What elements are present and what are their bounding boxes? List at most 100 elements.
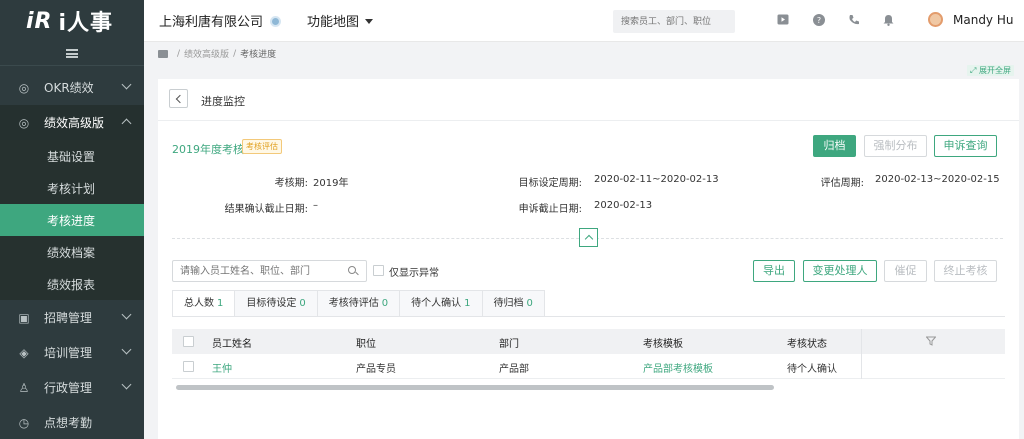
period-value: 2019年 bbox=[313, 178, 349, 189]
sidebar-item-label: OKR绩效 bbox=[44, 81, 94, 95]
export-button[interactable]: 导出 bbox=[753, 260, 795, 282]
archive-button[interactable]: 归档 bbox=[813, 135, 856, 157]
progress-panel: 进度监控 2019年度考核 考核评估 归档 强制分布 申诉查询 考核期: 201… bbox=[158, 79, 1019, 439]
select-all-checkbox[interactable] bbox=[183, 336, 194, 347]
table-row[interactable]: 王仲 产品专员 产品部 产品部考核模板 待个人确认 bbox=[172, 354, 1005, 379]
global-search-input[interactable] bbox=[613, 10, 735, 33]
terminate-review-button[interactable]: 终止考核 bbox=[934, 260, 997, 282]
column-header-name[interactable]: 员工姓名 bbox=[212, 335, 252, 350]
column-filter-icon[interactable] bbox=[926, 336, 936, 346]
collapse-info-button[interactable] bbox=[579, 228, 598, 247]
svg-text:?: ? bbox=[816, 16, 820, 25]
page-title: 进度监控 bbox=[201, 95, 245, 108]
sidebar-item-label: 绩效高级版 bbox=[44, 116, 105, 130]
sidebar-item-label: 培训管理 bbox=[44, 346, 93, 360]
goal-period-label: 目标设定周期: bbox=[518, 178, 582, 189]
only-abnormal-label[interactable]: 仅显示异常 bbox=[389, 264, 439, 279]
logo-prefix: iR bbox=[26, 8, 53, 34]
tab-confirm-pending[interactable]: 待个人确认 1 bbox=[399, 290, 483, 317]
sidebar-item-attendance[interactable]: ◷ 点想考勤 bbox=[0, 405, 144, 439]
sidebar-item-performance-advanced[interactable]: ◎ 绩效高级版 bbox=[0, 105, 144, 140]
sidebar-subitem-review-plan[interactable]: 考核计划 bbox=[0, 172, 144, 204]
column-header-status[interactable]: 考核状态 bbox=[787, 335, 827, 350]
back-button[interactable] bbox=[169, 89, 188, 108]
horizontal-scrollbar[interactable] bbox=[176, 385, 774, 390]
chevron-down-icon bbox=[121, 344, 132, 355]
search-icon[interactable] bbox=[348, 266, 356, 274]
recruit-icon: ▣ bbox=[18, 310, 30, 325]
review-status: 待个人确认 bbox=[787, 364, 837, 375]
fullscreen-button[interactable]: ⤢ 展开全屏 bbox=[967, 65, 1014, 76]
user-name[interactable]: Mandy Hu bbox=[953, 13, 1013, 27]
sidebar-item-okr[interactable]: ◎ OKR绩效 bbox=[0, 70, 144, 105]
force-distribute-button[interactable]: 强制分布 bbox=[864, 135, 927, 157]
function-map-label: 功能地图 bbox=[307, 15, 360, 30]
breadcrumb-current: 考核进度 bbox=[240, 50, 277, 60]
confirm-deadline-label: 结果确认截止日期: bbox=[224, 204, 308, 215]
sidebar-subitem-basic-settings[interactable]: 基础设置 bbox=[0, 140, 144, 172]
sidebar-item-label: 点想考勤 bbox=[44, 416, 93, 430]
divider bbox=[172, 316, 1005, 317]
bell-icon[interactable] bbox=[882, 13, 895, 26]
sidebar-item-recruit[interactable]: ▣ 招聘管理 bbox=[0, 300, 144, 335]
training-icon: ◈ bbox=[19, 345, 29, 360]
logo-text: i人事 bbox=[58, 11, 114, 36]
phone-icon[interactable] bbox=[847, 13, 860, 26]
employee-name[interactable]: 王仲 bbox=[212, 360, 232, 375]
company-switcher[interactable]: 上海利唐有限公司 bbox=[159, 11, 282, 30]
hamburger-icon bbox=[66, 49, 78, 58]
tab-total[interactable]: 总人数 1 bbox=[172, 290, 236, 317]
breadcrumb: / 绩效高级版 / 考核进度 bbox=[158, 47, 276, 60]
menu-toggle[interactable] bbox=[0, 42, 144, 66]
attendance-icon: ◷ bbox=[18, 415, 30, 430]
admin-icon: ♙ bbox=[18, 380, 30, 395]
help-icon[interactable]: ? bbox=[812, 13, 825, 26]
app-logo[interactable]: iR i人事 bbox=[0, 0, 144, 42]
employee-search-input[interactable] bbox=[172, 260, 367, 282]
tab-archive-pending[interactable]: 待归档 0 bbox=[481, 290, 545, 317]
breadcrumb-parent[interactable]: 绩效高级版 bbox=[184, 47, 229, 60]
tab-label: 考核待评估 bbox=[328, 298, 379, 309]
tab-count: 0 bbox=[381, 298, 389, 309]
column-header-template[interactable]: 考核模板 bbox=[643, 335, 683, 350]
tab-label: 总人数 bbox=[184, 298, 214, 309]
confirm-deadline-value: – bbox=[313, 200, 318, 211]
review-status-badge: 考核评估 bbox=[242, 139, 282, 154]
chevron-left-icon bbox=[175, 94, 185, 103]
employee-position: 产品专员 bbox=[356, 364, 396, 375]
tab-goal-pending[interactable]: 目标待设定 0 bbox=[234, 290, 318, 317]
change-handler-button[interactable]: 变更处理人 bbox=[803, 260, 877, 282]
company-verified-icon bbox=[270, 16, 282, 27]
remind-button[interactable]: 催促 bbox=[884, 260, 927, 282]
appeal-query-button[interactable]: 申诉查询 bbox=[934, 135, 997, 157]
chevron-down-icon bbox=[121, 79, 132, 90]
tab-eval-pending[interactable]: 考核待评估 0 bbox=[316, 290, 401, 317]
sidebar-item-admin[interactable]: ♙ 行政管理 bbox=[0, 370, 144, 405]
chevron-up-icon bbox=[121, 118, 132, 129]
caret-down-icon bbox=[365, 19, 374, 24]
employee-table: 员工姓名 职位 部门 考核模板 考核状态 王仲 产品专员 产品部 产品部考核模板… bbox=[172, 329, 1005, 379]
sidebar-subitem-performance-archive[interactable]: 绩效档案 bbox=[0, 236, 144, 268]
only-abnormal-checkbox[interactable] bbox=[373, 265, 384, 276]
sidebar-item-label: 行政管理 bbox=[44, 381, 93, 395]
company-name: 上海利唐有限公司 bbox=[159, 15, 264, 30]
sidebar-subitem-review-progress[interactable]: 考核进度 bbox=[0, 204, 144, 236]
review-template-link[interactable]: 产品部考核模板 bbox=[643, 360, 713, 375]
column-header-department[interactable]: 部门 bbox=[499, 335, 519, 350]
computer-icon bbox=[158, 49, 168, 58]
sidebar-subitem-performance-report[interactable]: 绩效报表 bbox=[0, 268, 144, 300]
chevron-down-icon bbox=[121, 309, 132, 320]
tab-count: 0 bbox=[299, 298, 306, 309]
video-icon[interactable] bbox=[776, 13, 789, 26]
top-bar: 上海利唐有限公司 功能地图 ? Mandy Hu bbox=[144, 0, 1024, 42]
employee-department: 产品部 bbox=[499, 364, 529, 375]
tab-label: 待归档 bbox=[493, 298, 524, 309]
table-header: 员工姓名 职位 部门 考核模板 考核状态 bbox=[172, 329, 1005, 354]
function-map-menu[interactable]: 功能地图 bbox=[307, 11, 374, 30]
sidebar-item-training[interactable]: ◈ 培训管理 bbox=[0, 335, 144, 370]
avatar[interactable] bbox=[928, 12, 943, 27]
column-header-position[interactable]: 职位 bbox=[356, 335, 376, 350]
status-tabs: 总人数 1 目标待设定 0 考核待评估 0 待个人确认 1 待归档 0 bbox=[172, 290, 545, 317]
target-icon: ◎ bbox=[18, 80, 30, 95]
row-checkbox[interactable] bbox=[183, 361, 194, 372]
